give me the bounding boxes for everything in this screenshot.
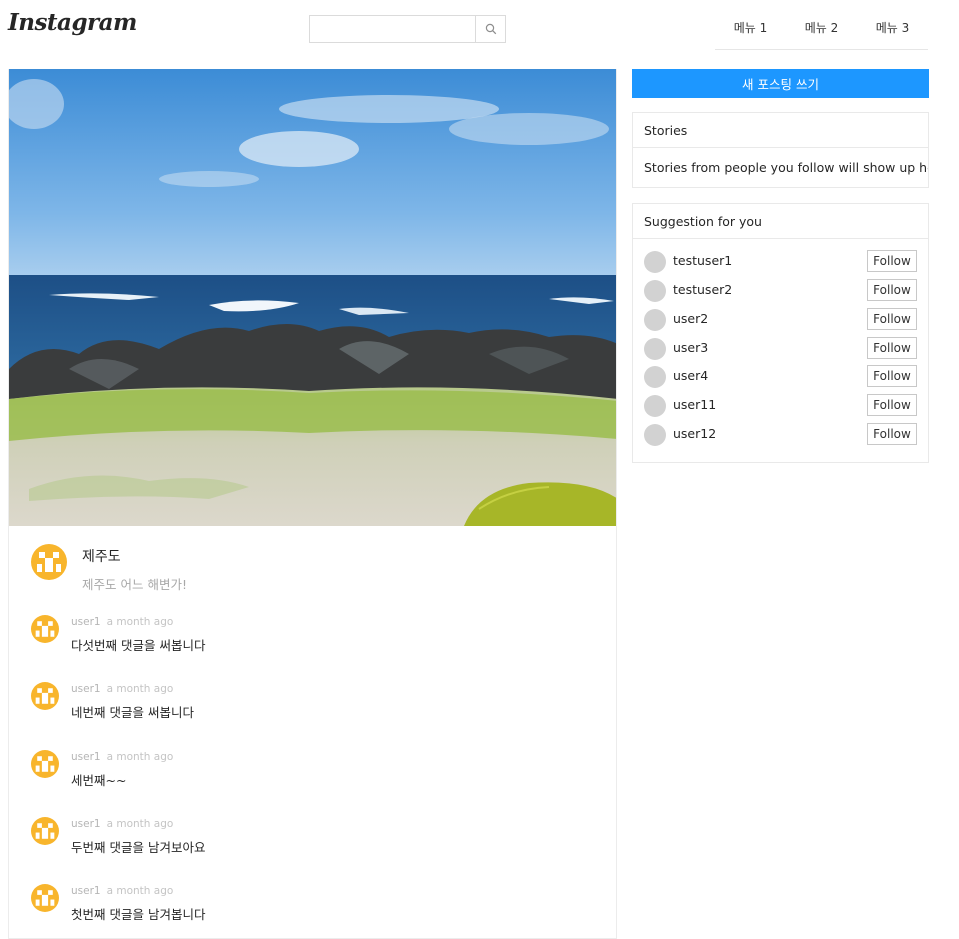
post-caption: 제주도 어느 해변가! bbox=[82, 577, 187, 592]
follow-button[interactable]: Follow bbox=[867, 279, 917, 301]
suggestion-list: testuser1 Follow testuser2 Follow user2 … bbox=[633, 239, 928, 462]
comment-username[interactable]: user1 bbox=[71, 885, 101, 897]
comment-text: 첫번째 댓글을 남겨봅니다 bbox=[71, 907, 206, 922]
comment-meta: user1 a month ago bbox=[71, 616, 173, 628]
comment-time: a month ago bbox=[106, 683, 174, 695]
comment-meta: user1 a month ago bbox=[71, 818, 173, 830]
search-input[interactable] bbox=[310, 16, 475, 42]
stories-title: Stories bbox=[633, 113, 928, 148]
follow-button[interactable]: Follow bbox=[867, 394, 917, 416]
suggestion-avatar[interactable] bbox=[644, 251, 666, 273]
post-photo bbox=[9, 69, 616, 526]
post-card: 제주도 제주도 어느 해변가! user1 a month ago 다섯번째 댓글… bbox=[8, 69, 617, 939]
comment-time: a month ago bbox=[106, 818, 174, 830]
suggestions-panel: Suggestion for you testuser1 Follow test… bbox=[632, 203, 929, 463]
suggestion-username[interactable]: testuser1 bbox=[673, 253, 732, 268]
suggestion-avatar[interactable] bbox=[644, 309, 666, 331]
follow-button[interactable]: Follow bbox=[867, 308, 917, 330]
comment-item: user1 a month ago 세번째~~ bbox=[9, 750, 616, 800]
follow-button[interactable]: Follow bbox=[867, 365, 917, 387]
comment-time: a month ago bbox=[106, 751, 174, 763]
stories-panel: Stories Stories from people you follow w… bbox=[632, 112, 929, 188]
instagram-logo[interactable]: Instagram bbox=[8, 9, 137, 36]
post-author-avatar[interactable] bbox=[31, 544, 67, 580]
follow-button[interactable]: Follow bbox=[867, 250, 917, 272]
suggestion-row: user4 Follow bbox=[633, 365, 928, 388]
suggestion-avatar[interactable] bbox=[644, 338, 666, 360]
comment-meta: user1 a month ago bbox=[71, 751, 173, 763]
menu-item-3[interactable]: 메뉴 3 bbox=[857, 10, 928, 49]
suggestion-row: user3 Follow bbox=[633, 337, 928, 360]
menu-item-1[interactable]: 메뉴 1 bbox=[715, 10, 786, 49]
comment-avatar[interactable] bbox=[31, 817, 59, 845]
comment-text: 네번째 댓글을 써봅니다 bbox=[71, 705, 194, 720]
stories-empty-text: Stories from people you follow will show… bbox=[644, 160, 928, 175]
comment-avatar[interactable] bbox=[31, 615, 59, 643]
comment-meta: user1 a month ago bbox=[71, 683, 173, 695]
new-post-button[interactable]: 새 포스팅 쓰기 bbox=[632, 69, 929, 98]
comment-item: user1 a month ago 다섯번째 댓글을 써봅니다 bbox=[9, 615, 616, 665]
suggestion-username[interactable]: testuser2 bbox=[673, 282, 732, 297]
comment-avatar[interactable] bbox=[31, 750, 59, 778]
search-button[interactable] bbox=[475, 16, 505, 42]
suggestions-title: Suggestion for you bbox=[633, 204, 928, 239]
suggestion-username[interactable]: user2 bbox=[673, 311, 708, 326]
comment-time: a month ago bbox=[106, 885, 174, 897]
comment-time: a month ago bbox=[106, 616, 174, 628]
comment-item: user1 a month ago 두번째 댓글을 남겨보아요 bbox=[9, 817, 616, 867]
suggestion-avatar[interactable] bbox=[644, 366, 666, 388]
post-header: 제주도 제주도 어느 해변가! bbox=[9, 526, 616, 606]
suggestion-row: user12 Follow bbox=[633, 423, 928, 446]
follow-button[interactable]: Follow bbox=[867, 337, 917, 359]
suggestion-row: testuser1 Follow bbox=[633, 250, 928, 273]
search-bar bbox=[309, 15, 506, 43]
suggestion-username[interactable]: user3 bbox=[673, 340, 708, 355]
comment-text: 두번째 댓글을 남겨보아요 bbox=[71, 840, 206, 855]
comment-avatar[interactable] bbox=[31, 884, 59, 912]
suggestion-row: user2 Follow bbox=[633, 308, 928, 331]
suggestion-row: testuser2 Follow bbox=[633, 279, 928, 302]
comment-username[interactable]: user1 bbox=[71, 751, 101, 763]
comment-username[interactable]: user1 bbox=[71, 818, 101, 830]
comment-item: user1 a month ago 네번째 댓글을 써봅니다 bbox=[9, 682, 616, 732]
suggestion-username[interactable]: user11 bbox=[673, 397, 716, 412]
suggestion-avatar[interactable] bbox=[644, 280, 666, 302]
suggestion-row: user11 Follow bbox=[633, 394, 928, 417]
post-title: 제주도 bbox=[82, 549, 121, 565]
comment-username[interactable]: user1 bbox=[71, 683, 101, 695]
suggestion-avatar[interactable] bbox=[644, 424, 666, 446]
search-icon bbox=[485, 23, 496, 35]
menu-item-2[interactable]: 메뉴 2 bbox=[786, 10, 857, 49]
suggestion-username[interactable]: user12 bbox=[673, 426, 716, 441]
comment-meta: user1 a month ago bbox=[71, 885, 173, 897]
comment-text: 다섯번째 댓글을 써봅니다 bbox=[71, 638, 206, 653]
comment-username[interactable]: user1 bbox=[71, 616, 101, 628]
comment-avatar[interactable] bbox=[31, 682, 59, 710]
suggestion-username[interactable]: user4 bbox=[673, 368, 708, 383]
comment-text: 세번째~~ bbox=[71, 773, 127, 788]
top-menu: 메뉴 1 메뉴 2 메뉴 3 bbox=[715, 10, 928, 50]
suggestion-avatar[interactable] bbox=[644, 395, 666, 417]
follow-button[interactable]: Follow bbox=[867, 423, 917, 445]
